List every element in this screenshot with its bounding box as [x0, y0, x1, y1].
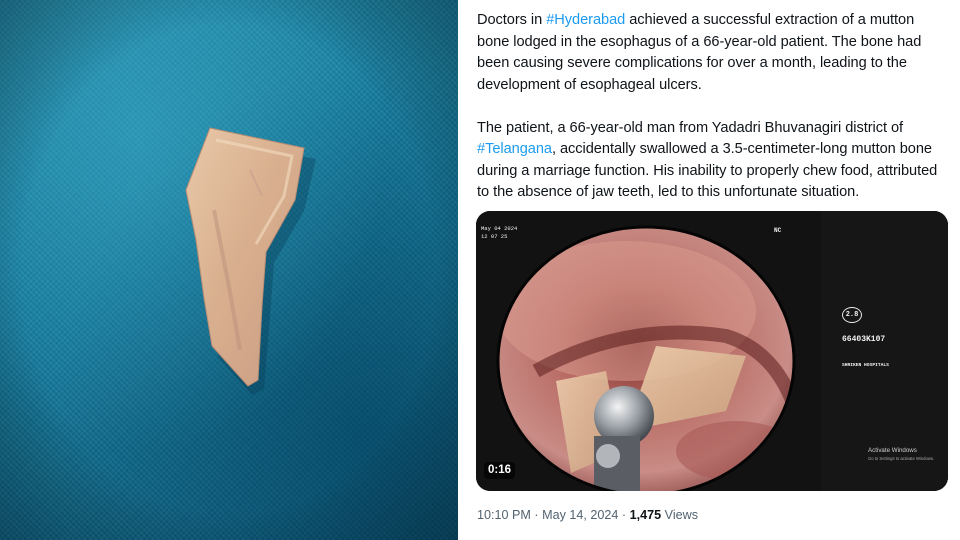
bone-photo — [0, 0, 458, 540]
views-count: 1,475 — [629, 508, 662, 522]
scope-label: NC — [774, 227, 782, 234]
bone-photo-art — [0, 0, 458, 540]
views-label: Views — [661, 508, 699, 522]
video-time: 12 07 25 — [481, 233, 508, 240]
meta-separator: · — [618, 508, 630, 522]
tweet-text: Doctors in — [477, 12, 547, 28]
zoom-indicator: 2.8 — [842, 307, 862, 323]
video-duration-badge: 0:16 — [484, 462, 516, 479]
tweet-time: 10:10 PM — [477, 508, 531, 522]
tweet-date: May 14, 2024 — [542, 508, 619, 522]
patient-id: 66403K107 — [842, 335, 886, 344]
video-date-overlay: May 04 2024 12 07 25 — [481, 225, 517, 241]
hashtag-hyderabad[interactable]: #Hyderabad — [546, 12, 625, 28]
tweet-paragraph-2: The patient, a 66-year-old man from Yada… — [477, 118, 950, 204]
tweet-time-link[interactable]: 10:10 PM · May 14, 2024 — [477, 508, 618, 522]
watermark-subtitle: Go to Settings to activate Windows. — [868, 456, 935, 461]
watermark-title: Activate Windows — [868, 447, 917, 454]
meta-separator: · — [530, 508, 543, 522]
hashtag-telangana[interactable]: #Telangana — [477, 141, 552, 157]
hospital-label: SHRIKEN HOSPITALS — [842, 363, 889, 368]
tweet-card: Doctors in #Hyderabad achieved a success… — [464, 0, 960, 540]
activate-windows-watermark: Activate Windows Go to Settings to activ… — [868, 447, 934, 463]
tweet-meta: 10:10 PM · May 14, 2024 · 1,475 Views — [477, 508, 698, 522]
tweet-paragraph-1: Doctors in #Hyderabad achieved a success… — [477, 10, 950, 96]
video-date: May 04 2024 — [481, 225, 518, 232]
endoscopy-video[interactable]: May 04 2024 12 07 25 NC 2.8 66403K107 SH… — [476, 211, 948, 491]
tweet-text: The patient, a 66-year-old man from Yada… — [477, 119, 904, 136]
